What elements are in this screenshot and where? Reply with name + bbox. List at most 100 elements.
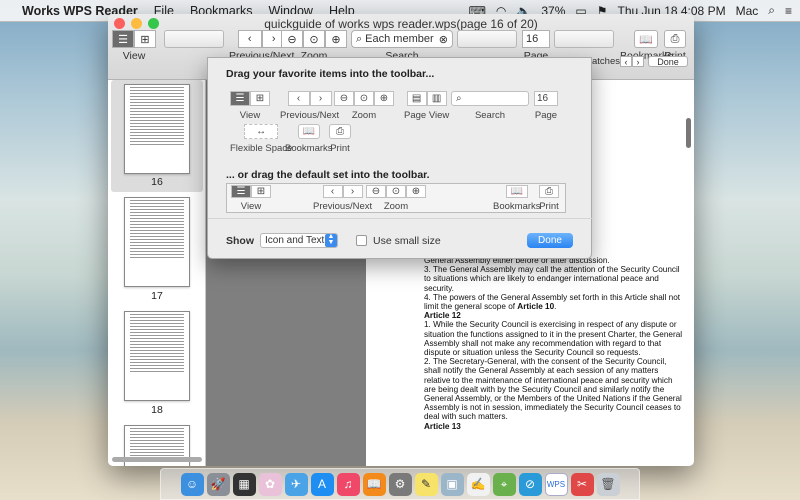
toolbar-blank-2 xyxy=(457,30,517,48)
print-icon[interactable]: ⎙ xyxy=(664,30,686,48)
search-icon: ⌕ xyxy=(451,91,529,106)
thumbnail-page-number: 16 xyxy=(151,176,163,188)
page-thumbnail-16[interactable] xyxy=(124,84,190,174)
previous-icon: ‹ xyxy=(287,91,310,106)
list-view-icon: ☰ xyxy=(231,185,251,198)
app-store-icon[interactable]: A xyxy=(310,472,334,496)
flexible-space-icon: ↔ xyxy=(244,124,279,139)
spotlight-icon[interactable]: ⌕ xyxy=(768,3,775,18)
page-thumbnail-18[interactable] xyxy=(124,311,190,401)
default-print-label: Print xyxy=(539,201,559,212)
find-done-button[interactable]: Done xyxy=(648,56,688,67)
item-view[interactable]: ☰ ⊞ View xyxy=(230,91,270,121)
small-size-checkbox[interactable] xyxy=(356,235,367,246)
small-size-label[interactable]: Use small size xyxy=(373,235,441,247)
blank-space xyxy=(554,30,614,48)
doc-line: 2. The Secretary-General, with the conse… xyxy=(424,357,682,422)
document-vertical-scrollbar[interactable] xyxy=(686,118,691,148)
item-prevnext-label: Previous/Next xyxy=(280,110,340,121)
find-next-button[interactable]: › xyxy=(632,56,644,67)
list-view-icon[interactable]: ☰ xyxy=(112,30,134,48)
item-prevnext[interactable]: ‹ › Previous/Next xyxy=(280,91,339,121)
list-view-icon: ☰ xyxy=(230,91,250,106)
zoom-out-icon[interactable]: ⊖ xyxy=(281,30,303,48)
item-flexible-space-label: Flexible Space xyxy=(230,143,293,154)
item-print-label: Print xyxy=(330,143,350,154)
page-field: 16 xyxy=(534,91,558,106)
item-search[interactable]: ⌕ Search xyxy=(451,91,529,121)
item-bookmarks[interactable]: 📖 Bookmarks xyxy=(285,124,333,154)
next-icon: › xyxy=(309,91,332,106)
sidebar-horizontal-scrollbar[interactable] xyxy=(112,457,202,462)
app-icon[interactable]: ✂ xyxy=(570,472,594,496)
show-label: Show xyxy=(226,234,254,247)
chevron-updown-icon: ▲ ▼ xyxy=(325,233,337,247)
search-icon: ⌕ xyxy=(356,32,363,45)
finder-icon[interactable]: ☺ xyxy=(180,472,204,496)
item-view-label: View xyxy=(239,110,261,121)
photos-icon[interactable]: ✿ xyxy=(258,472,282,496)
preview-icon[interactable]: ▣ xyxy=(440,472,464,496)
zoom-actual-icon[interactable]: ⊙ xyxy=(303,30,325,48)
doc-heading: Article 13 xyxy=(424,421,461,431)
default-zoom-label: Zoom xyxy=(383,201,409,212)
photo-booth-icon[interactable]: ▦ xyxy=(232,472,256,496)
thumbnail-sidebar[interactable]: 16 17 18 xyxy=(108,80,206,466)
search-value[interactable]: Each member xyxy=(365,33,436,45)
done-button[interactable]: Done xyxy=(527,233,573,248)
default-set-heading: ... or drag the default set into the too… xyxy=(226,169,430,181)
item-page-label: Page xyxy=(534,110,558,121)
blank-space xyxy=(164,30,224,48)
bookmarks-icon[interactable]: 📖 xyxy=(634,30,659,48)
default-bookmarks-label: Bookmarks xyxy=(493,201,541,212)
music-icon[interactable]: ♫ xyxy=(336,472,360,496)
item-flexible-space[interactable]: ↔ Flexible Space xyxy=(230,124,292,154)
find-matches-label: atches xyxy=(592,56,620,67)
zoom-actual-icon: ⊙ xyxy=(354,91,374,106)
safari-icon[interactable]: ✈ xyxy=(284,472,308,496)
find-previous-button[interactable]: ‹ xyxy=(620,56,632,67)
previous-page-button[interactable]: ‹ xyxy=(237,30,262,48)
ibooks-icon[interactable]: 📖 xyxy=(362,472,386,496)
wps-icon[interactable]: WPS xyxy=(544,472,568,496)
next-icon: › xyxy=(342,185,363,198)
page-thumbnail-17[interactable] xyxy=(124,197,190,287)
toolbar-blank-3 xyxy=(554,30,614,48)
thumbnail-page-number: 18 xyxy=(151,404,163,416)
toolbar-blank-1 xyxy=(164,30,224,48)
grid-view-icon[interactable]: ⊞ xyxy=(134,30,156,48)
item-page[interactable]: 16 Page xyxy=(534,91,558,121)
page-number-field[interactable]: 16 xyxy=(522,30,550,48)
blank-space xyxy=(457,30,517,48)
bookmarks-icon: 📖 xyxy=(505,185,528,198)
custom-items-heading: Drag your favorite items into the toolba… xyxy=(226,68,435,80)
safari2-icon[interactable]: ⊘ xyxy=(518,472,542,496)
default-toolbar-set[interactable]: ☰ ⊞ View ‹ › Previous/Next ⊖ ⊙ ⊕ Zoom 📖 Book… xyxy=(226,183,566,213)
show-mode-select[interactable]: Icon and Text ▲ ▼ xyxy=(260,233,338,248)
textedit-icon[interactable]: ✍ xyxy=(466,472,490,496)
user-name[interactable]: Mac xyxy=(736,4,759,18)
item-print[interactable]: ⎙ Print xyxy=(329,124,351,154)
toolbar-view: ☰ ⊞ View xyxy=(112,30,156,62)
search-input[interactable]: ⌕ Each member ⊗ xyxy=(351,30,453,48)
item-zoom[interactable]: ⊖ ⊙ ⊕ Zoom xyxy=(334,91,394,121)
trash-icon[interactable]: 🗑 xyxy=(596,472,620,496)
doc-heading: Article 12 xyxy=(424,311,461,321)
view-label: View xyxy=(122,50,146,62)
doc-line: 3. The General Assembly may call the att… xyxy=(424,265,680,293)
notes-icon[interactable]: ✎ xyxy=(414,472,438,496)
doc-line: 4. The powers of the General Assembly se… xyxy=(424,292,681,312)
default-view-label: View xyxy=(240,201,262,212)
launchpad-icon[interactable]: 🚀 xyxy=(206,472,230,496)
maps-icon[interactable]: ⌖ xyxy=(492,472,516,496)
grid-view-icon: ⊞ xyxy=(251,185,271,198)
print-icon: ⎙ xyxy=(329,124,351,139)
notification-center-icon[interactable]: ≡ xyxy=(785,4,792,18)
default-zoom: ⊖ ⊙ ⊕ Zoom xyxy=(366,185,426,212)
system-prefs-icon[interactable]: ⚙ xyxy=(388,472,412,496)
print-icon: ⎙ xyxy=(539,185,559,198)
item-pageview[interactable]: ▤ ▥ Page View xyxy=(404,91,449,121)
clear-search-icon[interactable]: ⊗ xyxy=(439,33,448,46)
zoom-in-icon[interactable]: ⊕ xyxy=(325,30,347,48)
previous-icon: ‹ xyxy=(322,185,343,198)
